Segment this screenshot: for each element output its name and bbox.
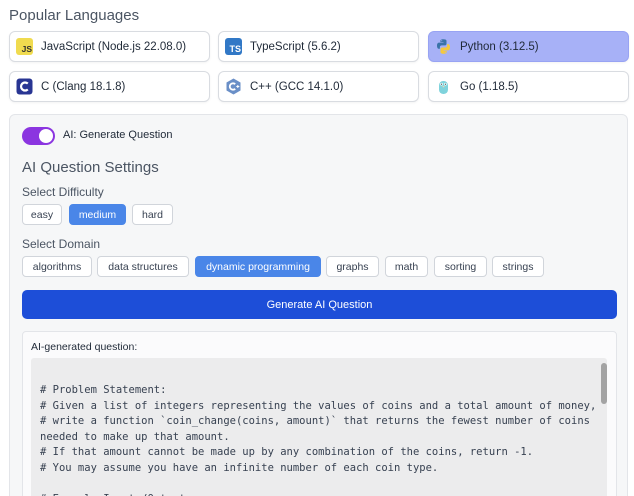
javascript-icon: JS	[16, 38, 33, 55]
domain-math[interactable]: math	[385, 256, 428, 277]
ai-generate-toggle[interactable]	[22, 127, 55, 145]
ai-settings-title: AI Question Settings	[22, 159, 159, 176]
difficulty-medium[interactable]: medium	[69, 204, 126, 225]
page-title: Popular Languages	[9, 7, 140, 24]
domain-graphs[interactable]: graphs	[326, 256, 379, 277]
language-label: TypeScript (5.6.2)	[250, 40, 341, 53]
toggle-knob	[39, 129, 53, 143]
language-label: C (Clang 18.1.8)	[41, 80, 126, 93]
difficulty-label: Select Difficulty	[22, 185, 104, 199]
domain-label: Select Domain	[22, 237, 101, 251]
domain-strings[interactable]: strings	[492, 256, 544, 277]
language-label: Python (3.12.5)	[460, 40, 539, 53]
generate-ai-question-button[interactable]: Generate AI Question	[22, 290, 617, 319]
domain-data-structures[interactable]: data structures	[97, 256, 189, 277]
language-label: Go (1.18.5)	[460, 80, 519, 93]
typescript-icon: TS	[225, 38, 242, 55]
c-icon	[16, 78, 33, 95]
language-button-python[interactable]: Python (3.12.5)	[428, 31, 629, 62]
code-scrollbar-thumb[interactable]	[601, 363, 607, 404]
language-button-go[interactable]: Go (1.18.5)	[428, 71, 629, 102]
language-label: C++ (GCC 14.1.0)	[250, 80, 344, 93]
ai-question-panel: AI: Generate Question AI Question Settin…	[9, 114, 628, 496]
difficulty-easy[interactable]: easy	[22, 204, 62, 225]
language-label: JavaScript (Node.js 22.08.0)	[41, 40, 187, 53]
ai-output-label: AI-generated question:	[31, 341, 138, 353]
language-button-javascript[interactable]: JS JavaScript (Node.js 22.08.0)	[9, 31, 210, 62]
domain-dynamic-programming[interactable]: dynamic programming	[195, 256, 321, 277]
cpp-icon	[225, 78, 242, 95]
ai-generate-toggle-label: AI: Generate Question	[63, 129, 173, 141]
ai-generated-code[interactable]: # Problem Statement: # Given a list of i…	[31, 358, 607, 496]
go-icon	[435, 78, 452, 95]
domain-algorithms[interactable]: algorithms	[22, 256, 92, 277]
language-button-typescript[interactable]: TS TypeScript (5.6.2)	[218, 31, 419, 62]
ai-output-box: AI-generated question: # Problem Stateme…	[22, 331, 617, 496]
domain-sorting[interactable]: sorting	[434, 256, 487, 277]
difficulty-hard[interactable]: hard	[132, 204, 173, 225]
python-icon	[435, 38, 452, 55]
language-button-cpp[interactable]: C++ (GCC 14.1.0)	[218, 71, 419, 102]
language-button-c[interactable]: C (Clang 18.1.8)	[9, 71, 210, 102]
